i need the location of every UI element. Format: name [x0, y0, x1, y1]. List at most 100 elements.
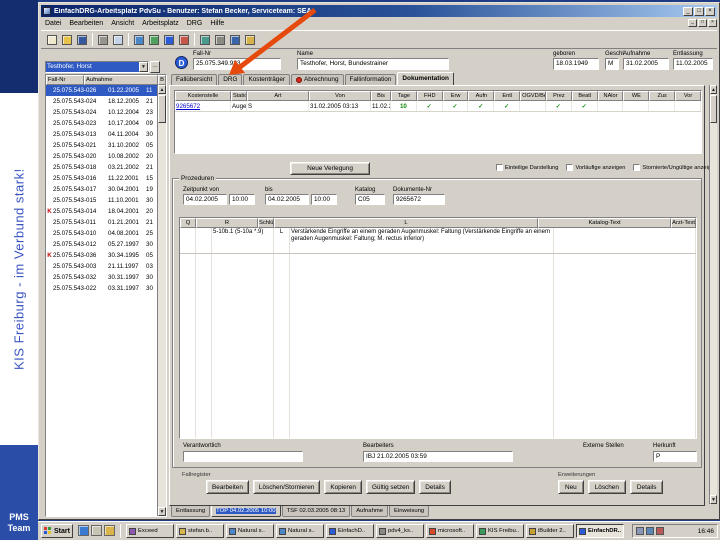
katalog-field[interactable]: C05 — [355, 194, 385, 205]
extra-action-button[interactable]: Löschen — [587, 480, 626, 494]
stay-column-header[interactable]: Zus — [649, 91, 676, 101]
case-list-scrollbar[interactable]: ▲ ▼ — [157, 85, 166, 516]
stay-column-header[interactable]: FHD — [416, 91, 443, 101]
scroll-down-icon[interactable]: ▼ — [158, 507, 166, 516]
case-list-row[interactable]: 25.075.543-020 10.08.2002 20 — [46, 151, 157, 162]
procedure-row[interactable]: 5-10b.1 (5-10a *.9) L Verstärkende Eingr… — [180, 228, 696, 254]
entlassung-field[interactable]: 11.02.2005 — [673, 58, 713, 70]
stay-column-header[interactable]: Art — [247, 91, 309, 101]
case-list-row[interactable]: 25.075.543-011 01.21.2001 21 — [46, 217, 157, 228]
bis-time-field[interactable]: 10:00 — [311, 194, 337, 205]
stay-column-header[interactable]: Von — [309, 91, 371, 101]
scheduler-icon[interactable] — [656, 527, 664, 535]
aufnahme-field[interactable]: 31.02.2005 — [623, 58, 669, 70]
case-list-row[interactable]: 25.075.543-016 11.22.2001 15 — [46, 173, 157, 184]
menu-item[interactable]: Datei — [41, 20, 65, 27]
document-tab[interactable]: TOP 04.02.2005 10:00 — [211, 506, 281, 517]
show-desktop-icon[interactable] — [91, 525, 102, 536]
case-list-row[interactable]: 25.075.543-026 01.22.2005 11 — [46, 85, 157, 96]
stay-column-header[interactable]: OGVD/Beh — [520, 91, 546, 101]
task-button[interactable]: EinfachDR.. — [576, 524, 624, 538]
task-button[interactable]: microsoft.. — [426, 524, 474, 538]
checkbox-icon[interactable] — [496, 164, 503, 171]
case-list-row[interactable]: 25.075.543-015 11.10.2001 30 — [46, 195, 157, 206]
geboren-field[interactable]: 18.03.1949 — [553, 58, 599, 70]
patient-combobox[interactable]: Testhofer, Horst ▼ — [45, 61, 149, 73]
document-tab[interactable]: Einweisung — [389, 506, 430, 517]
stay-table-row[interactable]: 9265672 Auge S 31.02.2005 03:13 11.02.20… — [175, 101, 701, 112]
main-tab[interactable]: Fallübersicht — [171, 74, 218, 85]
record-action-button[interactable]: Details — [419, 480, 451, 494]
menu-item[interactable]: Bearbeiten — [65, 20, 107, 27]
von-time-field[interactable]: 10:00 — [229, 194, 255, 205]
procedure-column-header[interactable]: Arzt-Text — [671, 218, 696, 228]
case-list-row[interactable]: 25.075.543-023 10.17.2004 09 — [46, 118, 157, 129]
scrollbar-thumb[interactable] — [710, 95, 717, 123]
checkbox-icon[interactable] — [633, 164, 641, 171]
display-option[interactable]: Vorläufige anzeigen — [566, 164, 625, 171]
record-action-button[interactable]: Bearbeiten — [206, 480, 249, 494]
scroll-up-icon[interactable]: ▲ — [710, 85, 717, 94]
stay-column-header[interactable]: Station — [231, 91, 247, 101]
stay-column-header[interactable]: Beatl — [571, 91, 598, 101]
case-list-row[interactable]: 25.075.543-024 10.12.2004 23 — [46, 107, 157, 118]
minimize-button[interactable]: _ — [683, 6, 693, 16]
document-tab[interactable]: Aufnahme — [351, 506, 389, 517]
procedure-column-header[interactable]: Schlüssel — [258, 218, 274, 228]
main-tab[interactable]: Kostenträger — [243, 74, 291, 85]
minimize-button[interactable]: _ — [688, 19, 697, 27]
case-list-column-header[interactable]: Aufnahme — [84, 75, 159, 85]
window-titlebar[interactable]: EinfachDRG-Arbeitsplatz PdvSu - Benutzer… — [41, 5, 717, 17]
case-list-column-header[interactable]: B — [158, 75, 166, 85]
procedure-column-header[interactable]: Katalog-Text — [538, 218, 672, 228]
dokument-nr-field[interactable]: 9265672 — [393, 194, 445, 205]
content-scrollbar[interactable]: ▲ ▼ — [709, 85, 717, 504]
main-tab[interactable]: Dokumentation — [397, 72, 454, 85]
record-action-button[interactable]: Kopieren — [324, 480, 362, 494]
volume-icon[interactable] — [636, 527, 644, 535]
maximize-button[interactable]: □ — [694, 6, 704, 16]
display-option[interactable]: Stornierte/Ungültige anzeigen — [633, 164, 717, 171]
procedure-column-header[interactable]: L — [274, 218, 538, 228]
menu-item[interactable]: Arbeitsplatz — [138, 20, 183, 27]
close-button[interactable]: × — [705, 6, 715, 16]
case-list-column-header[interactable]: Fall-Nr — [46, 75, 84, 85]
bearbeiter-field[interactable]: IBJ 21.02.2005 03:59 — [363, 451, 513, 462]
task-button[interactable]: Natural s.. — [226, 524, 274, 538]
menu-item[interactable]: DRG — [183, 20, 207, 27]
von-date-field[interactable]: 04.02.2005 — [183, 194, 227, 205]
case-list-row[interactable]: K 25.075.543-036 30.34.1995 05 — [46, 250, 157, 261]
name-field[interactable]: Testhofer, Horst, Bundestrainer — [297, 58, 449, 70]
case-list-row[interactable]: 25.075.543-021 31.10.2002 05 — [46, 140, 157, 151]
case-list-row[interactable]: 25.075.543-017 30.04.2001 19 — [46, 184, 157, 195]
start-button[interactable]: Start — [41, 524, 73, 538]
case-list-row[interactable]: K 25.075.543-014 18.04.2001 20 — [46, 206, 157, 217]
document-tab[interactable]: TSF 02.03.2005 08:13 — [281, 506, 351, 517]
scrollbar-thumb[interactable] — [158, 95, 166, 123]
new-transfer-button[interactable]: Neue Verlegung — [290, 162, 370, 175]
task-button[interactable]: EinfachD.. — [326, 524, 374, 538]
browse-patient-button[interactable]: ... — [150, 61, 160, 73]
case-list-row[interactable]: 25.075.543-032 30.31.1997 30 — [46, 272, 157, 283]
task-button[interactable]: iBuilder 2.. — [526, 524, 574, 538]
task-button[interactable]: Natural s.. — [276, 524, 324, 538]
chevron-down-icon[interactable]: ▼ — [139, 62, 148, 72]
stay-column-header[interactable]: Kostenstelle — [175, 91, 231, 101]
main-tab[interactable]: Abrechnung — [291, 74, 344, 85]
stay-column-header[interactable]: Erw — [442, 91, 469, 101]
task-button[interactable]: pdv4_ks.. — [376, 524, 424, 538]
case-list-row[interactable]: 25.075.543-012 05.27.1997 30 — [46, 239, 157, 250]
record-action-button[interactable]: Gültig setzen — [365, 480, 416, 494]
stay-column-header[interactable]: Bis — [371, 91, 391, 101]
geschl-field[interactable]: M — [605, 58, 619, 70]
procedure-column-header[interactable]: R — [196, 218, 258, 228]
fallnr-field[interactable]: 25.075.349.923 — [193, 58, 281, 70]
herkunft-field[interactable]: P — [653, 451, 697, 462]
stay-column-header[interactable]: Vor — [675, 91, 701, 101]
menu-item[interactable]: Ansicht — [107, 20, 138, 27]
maximize-button[interactable]: □ — [698, 19, 707, 27]
bis-date-field[interactable]: 04.02.2005 — [265, 194, 309, 205]
case-list-row[interactable]: 25.075.543-013 04.11.2004 30 — [46, 129, 157, 140]
case-list-row[interactable]: 25.075.543-003 21.11.1997 03 — [46, 261, 157, 272]
stay-column-header[interactable]: Entl — [494, 91, 521, 101]
